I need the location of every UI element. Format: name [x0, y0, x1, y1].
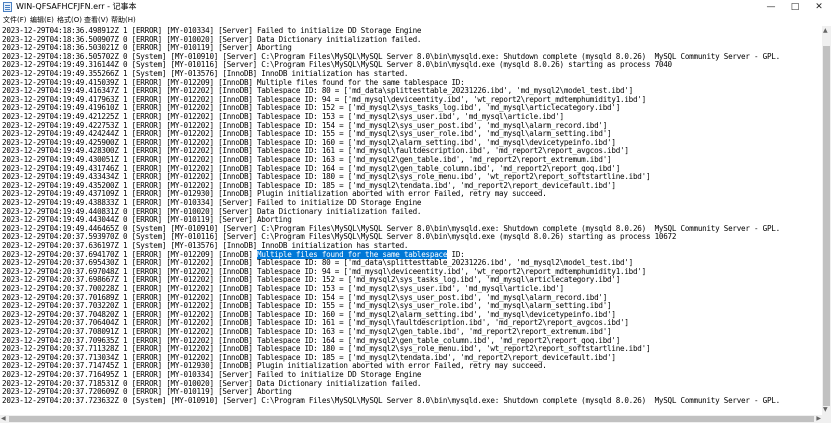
menu-view[interactable]: 查看(V)	[84, 15, 108, 26]
maximize-button[interactable]: □	[783, 0, 807, 15]
menu-edit[interactable]: 编辑(E)	[30, 15, 54, 26]
scroll-up-icon[interactable]: ▲	[823, 27, 828, 35]
text-editor[interactable]: 2023-12-29T04:18:36.498912Z 1 [ERROR] [M…	[0, 26, 822, 415]
scroll-left-icon[interactable]: ◀	[1, 415, 6, 423]
scroll-down-icon[interactable]: ▼	[823, 406, 828, 414]
vertical-scrollbar[interactable]: ▲ ▼	[822, 26, 831, 415]
title-bar[interactable]: WIN-QFSAFHCFJFN.err - 记事本 — □ ✕	[0, 0, 831, 15]
horizontal-scrollbar[interactable]: ◀ ▶	[0, 415, 822, 423]
minimize-button[interactable]: —	[759, 0, 783, 15]
horizontal-scroll-thumb[interactable]	[9, 416, 814, 422]
menu-bar: 文件(F) 编辑(E) 格式(O) 查看(V) 帮助(H)	[0, 15, 831, 26]
scrollbar-corner	[822, 415, 831, 423]
close-button[interactable]: ✕	[807, 0, 831, 15]
notepad-icon	[3, 2, 12, 12]
log-line: 2023-12-29T04:20:37.723632Z 0 [System] […	[2, 395, 780, 405]
window-title: WIN-QFSAFHCFJFN.err - 记事本	[16, 2, 137, 11]
vertical-scroll-thumb[interactable]	[823, 46, 830, 406]
menu-file[interactable]: 文件(F)	[3, 15, 27, 26]
scroll-right-icon[interactable]: ▶	[816, 415, 821, 423]
menu-format[interactable]: 格式(O)	[57, 15, 82, 26]
menu-help[interactable]: 帮助(H)	[111, 15, 136, 26]
